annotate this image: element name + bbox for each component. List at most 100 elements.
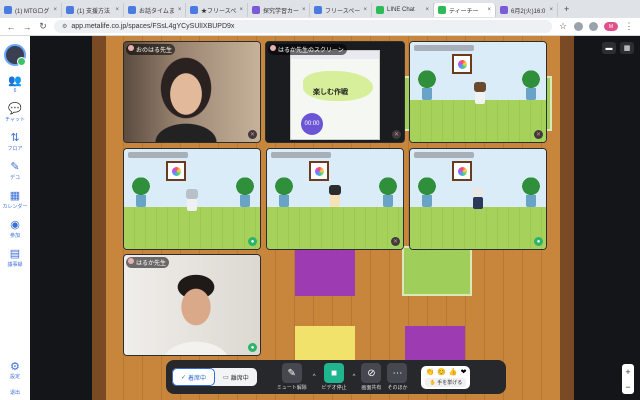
screen-share-tile[interactable]: 楽しむ作戦 00:00 はるか先生のスクリーン ✕ bbox=[265, 41, 405, 143]
sidebar-item-roster[interactable]: ▤ 議事録 bbox=[7, 248, 23, 269]
zoom-out-button[interactable]: − bbox=[625, 382, 630, 392]
share-screen-button[interactable]: ⊘ 画面共有 bbox=[361, 363, 381, 391]
sidebar-item-label: フロア bbox=[7, 146, 23, 152]
sidebar-item-label: カレンダー bbox=[2, 204, 28, 210]
browser-tab[interactable]: ★フリースペ × bbox=[186, 3, 248, 17]
tool-label: ビデオ停止 bbox=[321, 385, 347, 391]
thumbs-up-reaction-icon[interactable]: 👍 bbox=[449, 368, 458, 376]
raise-hand-button[interactable]: ✋ 手を挙げる bbox=[425, 377, 467, 387]
clap-reaction-icon[interactable]: 👏 bbox=[425, 368, 434, 376]
tab-favicon bbox=[128, 6, 136, 14]
room-floor bbox=[267, 207, 403, 249]
close-icon[interactable]: × bbox=[115, 7, 119, 13]
more-button[interactable]: ⋯ そのほか bbox=[387, 363, 407, 391]
browser-tab[interactable]: 6月2(火)16:0 × bbox=[496, 3, 558, 17]
wall-picture bbox=[452, 161, 472, 181]
slide-timer: 00:00 bbox=[301, 113, 323, 135]
tool-label: そのほか bbox=[387, 385, 408, 391]
tab-label: フリースペー bbox=[325, 8, 361, 15]
close-icon[interactable]: × bbox=[549, 7, 553, 13]
video-tile[interactable]: はるか先生 ● bbox=[123, 254, 261, 356]
status-seated-button[interactable]: ✓ 着席中 bbox=[172, 368, 216, 386]
mic-muted-icon: ✕ bbox=[534, 130, 543, 139]
hand-icon: ✋ bbox=[429, 379, 436, 386]
exit-button[interactable]: 退出 bbox=[10, 389, 20, 396]
close-icon[interactable]: × bbox=[178, 7, 182, 13]
browser-tab[interactable]: フリースペー × bbox=[310, 3, 372, 17]
shared-slide: 楽しむ作戦 00:00 bbox=[290, 50, 380, 140]
sidebar-item-settings[interactable]: ⚙ 設定 bbox=[10, 360, 20, 380]
close-icon[interactable]: × bbox=[363, 7, 367, 13]
sidebar-item-label: 6 bbox=[13, 88, 17, 94]
raise-hand-label: 手を挙げる bbox=[437, 379, 463, 386]
chevron-up-icon[interactable]: ^ bbox=[313, 374, 316, 380]
roster-icon: ▤ bbox=[9, 248, 21, 260]
browser-tab[interactable]: 探究学習カー × bbox=[248, 3, 310, 17]
tool-label: ミュート解除 bbox=[276, 385, 307, 391]
sidebar-item-calendar[interactable]: ▦ カレンダー bbox=[2, 190, 28, 211]
tab-favicon bbox=[438, 6, 446, 14]
mic-muted-icon: ✕ bbox=[392, 130, 401, 139]
close-icon[interactable]: × bbox=[487, 7, 491, 13]
sidebar-item-decor[interactable]: ✎ デコ bbox=[10, 162, 20, 182]
heart-reaction-icon[interactable]: ❤ bbox=[461, 368, 467, 376]
back-icon[interactable]: ← bbox=[6, 22, 16, 32]
video-button[interactable]: ■ ビデオ停止 bbox=[322, 363, 347, 391]
sidebar-item-floor[interactable]: ⇅ フロア bbox=[7, 133, 23, 153]
sidebar-item-label: 議事録 bbox=[7, 262, 23, 268]
smile-reaction-icon[interactable]: 😊 bbox=[437, 368, 446, 376]
participant-name-redacted bbox=[414, 45, 474, 51]
browser-tab-active[interactable]: ティーチー × bbox=[434, 3, 496, 17]
forward-icon[interactable]: → bbox=[22, 22, 32, 32]
close-icon[interactable]: × bbox=[53, 7, 57, 13]
pixel-avatar bbox=[184, 189, 200, 213]
star-icon[interactable]: ☆ bbox=[558, 21, 568, 32]
avatar[interactable] bbox=[4, 44, 26, 66]
browser-tab[interactable]: お話タイムま × bbox=[124, 3, 186, 17]
zoom-in-button[interactable]: + bbox=[625, 367, 630, 377]
more-icon: ⋯ bbox=[387, 363, 408, 383]
extension-icon[interactable] bbox=[574, 22, 583, 31]
video-tile[interactable]: おのはる先生 ✕ bbox=[123, 41, 261, 143]
space-viewport[interactable]: おのはる先生 ✕ 楽しむ作戦 00:00 はるか先生のスクリーン ✕ ✕ ● ✕… bbox=[30, 36, 640, 400]
avatar-tile[interactable]: ✕ bbox=[409, 41, 547, 143]
calendar-icon: ▦ bbox=[9, 190, 21, 202]
tool-label: 画面共有 bbox=[361, 385, 382, 391]
avatar-tile[interactable]: ● bbox=[409, 148, 547, 250]
menu-icon[interactable]: ⋮ bbox=[624, 21, 634, 32]
grid-view-icon[interactable]: ▦ bbox=[620, 42, 634, 54]
browser-tab[interactable]: (1) MTGログ × bbox=[0, 3, 62, 17]
wall-picture bbox=[452, 54, 472, 74]
mic-muted-icon: ✕ bbox=[391, 237, 400, 246]
status-label: 離席中 bbox=[230, 375, 249, 382]
avatar-tile[interactable]: ● bbox=[123, 148, 261, 250]
tab-label: お話タイムま bbox=[139, 8, 175, 15]
tab-favicon bbox=[376, 6, 384, 14]
sidebar-item-members[interactable]: ◉ 参加 bbox=[10, 220, 20, 240]
check-icon: ✓ bbox=[181, 374, 187, 381]
mic-on-icon: ● bbox=[248, 343, 257, 352]
address-bar-row: ← → ↻ ⚙ app.metalife.co.jp/spaces/FSsL4g… bbox=[0, 18, 640, 36]
list-view-icon[interactable]: ▬ bbox=[602, 42, 616, 54]
participant-name: おのはる先生 bbox=[126, 44, 176, 55]
status-away-button[interactable]: ▭ 離席中 bbox=[215, 368, 257, 386]
wall bbox=[92, 36, 106, 400]
close-icon[interactable]: × bbox=[239, 7, 243, 13]
reload-icon[interactable]: ↻ bbox=[38, 21, 48, 32]
new-tab-icon[interactable]: + bbox=[558, 4, 575, 14]
close-icon[interactable]: × bbox=[425, 7, 429, 13]
chevron-up-icon[interactable]: ^ bbox=[353, 374, 356, 380]
mute-button[interactable]: ✎ ミュート解除 bbox=[277, 363, 307, 391]
browser-tab-bar: (1) MTGログ × (1) 支援方法 × お話タイムま × ★フリースペ × 探究学… bbox=[0, 0, 640, 18]
url-input[interactable]: ⚙ app.metalife.co.jp/spaces/FSsL4gYCySUl… bbox=[54, 20, 552, 33]
sidebar-item-chat[interactable]: 💬 チャット bbox=[5, 104, 25, 124]
extension-icon[interactable] bbox=[589, 22, 598, 31]
avatar-tile[interactable]: ✕ bbox=[266, 148, 404, 250]
slide-title: 楽しむ作戦 bbox=[313, 89, 348, 96]
site-info-icon[interactable]: ⚙ bbox=[62, 23, 67, 30]
browser-tab[interactable]: LINE Chat × bbox=[372, 3, 434, 17]
close-icon[interactable]: × bbox=[302, 7, 306, 13]
profile-avatar[interactable]: M bbox=[604, 22, 618, 31]
browser-tab[interactable]: (1) 支援方法 × bbox=[62, 3, 124, 17]
sidebar-item-users[interactable]: 👥 6 bbox=[8, 76, 22, 95]
